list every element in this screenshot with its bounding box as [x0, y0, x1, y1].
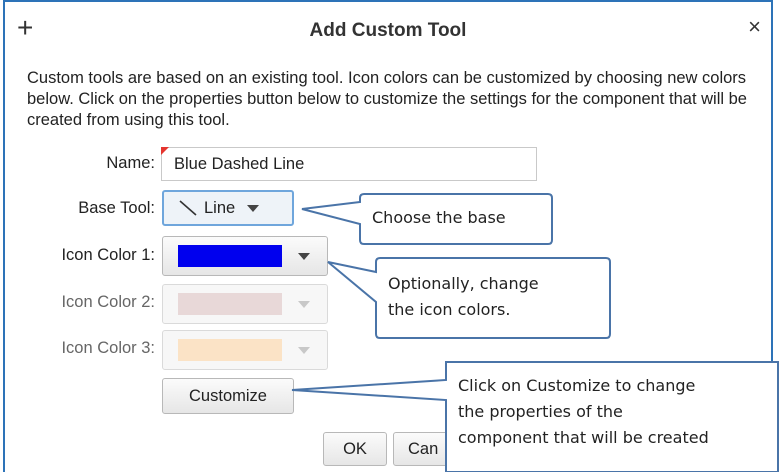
callout-customize-line3: component that will be created: [458, 428, 709, 447]
callout-colors-line2: the icon colors.: [388, 300, 511, 319]
callout-customize-line2: the properties of the: [458, 402, 623, 421]
callout-base-text: Choose the base: [372, 208, 506, 227]
callout-colors-line1: Optionally, change: [388, 274, 539, 293]
callout-customize-line1: Click on Customize to change: [458, 376, 696, 395]
callouts-overlay: [291, 193, 779, 472]
